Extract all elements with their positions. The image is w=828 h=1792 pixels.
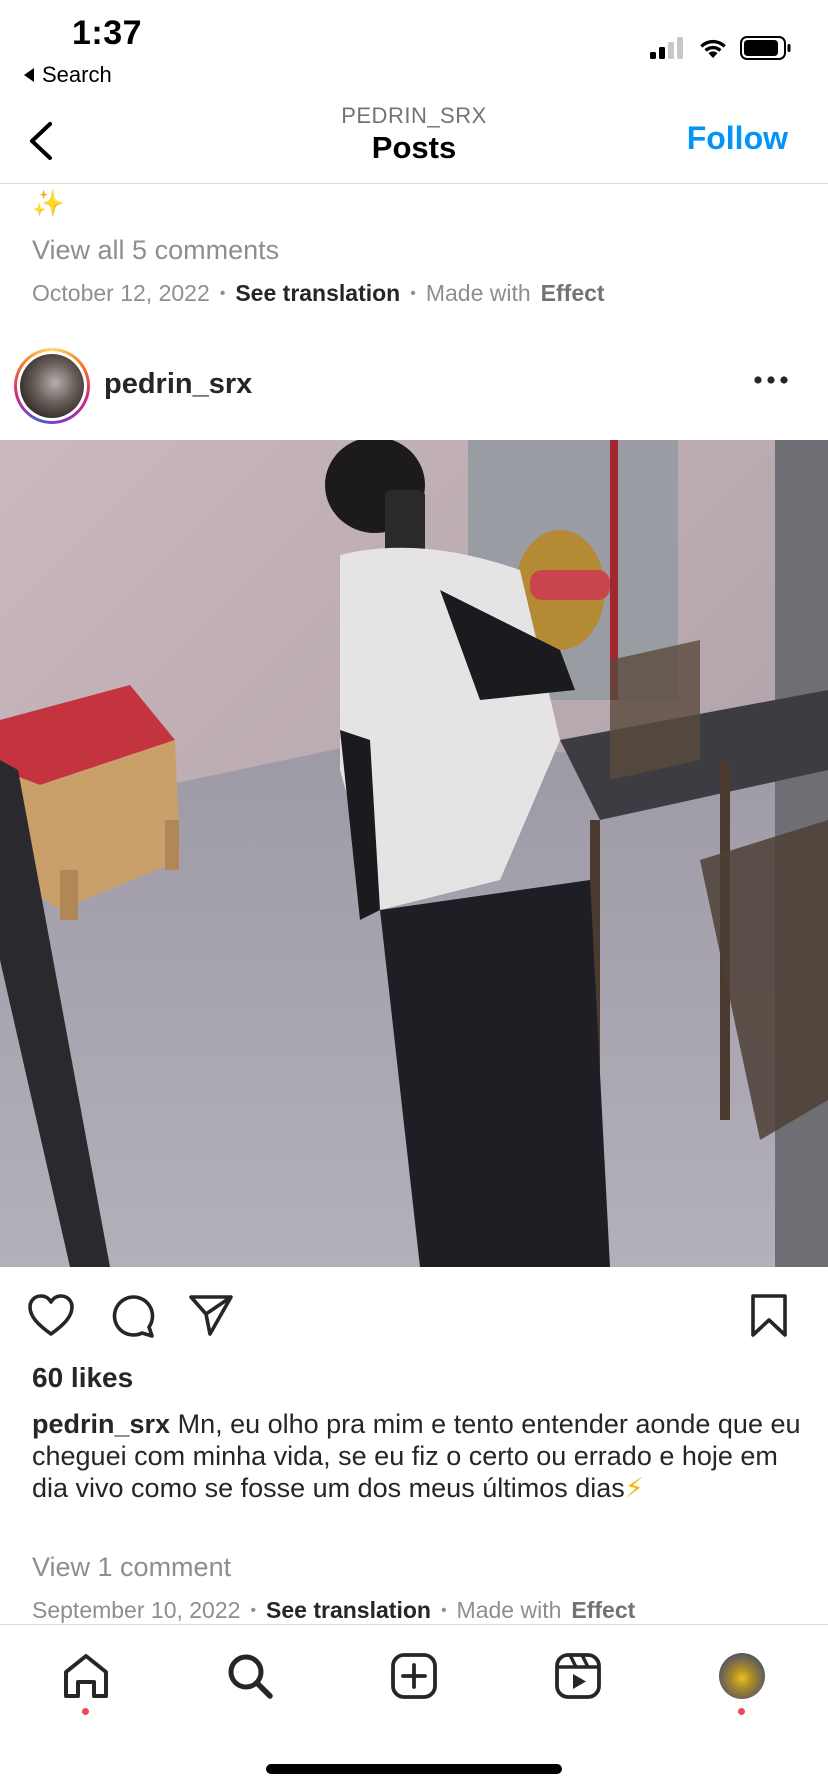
profile-avatar <box>719 1653 765 1699</box>
tab-reels[interactable] <box>548 1646 608 1706</box>
post-meta: September 10, 2022 • See translation • M… <box>32 1597 635 1624</box>
status-icons <box>650 36 792 60</box>
tab-create[interactable] <box>384 1646 444 1706</box>
post-username[interactable]: pedrin_srx <box>104 368 252 401</box>
view-comment-link[interactable]: View 1 comment <box>32 1552 231 1583</box>
tab-profile[interactable] <box>712 1646 772 1706</box>
status-time: 1:37 <box>72 14 143 52</box>
back-app-label: Search <box>42 62 112 87</box>
separator-dot: • <box>250 1601 257 1619</box>
story-avatar[interactable] <box>14 348 90 424</box>
more-options-button[interactable] <box>754 371 788 389</box>
heart-icon[interactable] <box>27 1293 75 1337</box>
tab-home[interactable] <box>56 1646 116 1706</box>
more-options-icon <box>754 376 788 384</box>
battery-icon <box>740 36 791 60</box>
share-icon[interactable] <box>188 1293 234 1337</box>
made-with-label: Made with <box>456 1597 562 1623</box>
back-triangle-icon <box>24 68 34 82</box>
post-date: September 10, 2022 <box>32 1597 241 1623</box>
follow-button[interactable]: Follow <box>687 120 788 157</box>
see-translation-link[interactable]: See translation <box>266 1597 431 1624</box>
view-all-comments-link[interactable]: View all 5 comments <box>32 235 279 266</box>
post-photo[interactable] <box>0 440 828 1267</box>
caption-username[interactable]: pedrin_srx <box>32 1409 170 1439</box>
caption-emoji: ⚡ <box>624 1473 644 1503</box>
reels-icon <box>555 1653 601 1699</box>
post-caption: pedrin_srx Mn, eu olho pra mim e tento e… <box>32 1408 802 1504</box>
separator-dot: • <box>410 284 416 302</box>
create-icon <box>391 1653 437 1699</box>
comment-icon[interactable] <box>109 1293 155 1339</box>
tab-bar-divider <box>0 1624 828 1625</box>
photo-illustration <box>0 440 828 1267</box>
header-divider <box>0 183 828 184</box>
effect-link[interactable]: Effect <box>571 1597 635 1624</box>
home-notification-dot <box>82 1708 89 1715</box>
post-date: October 12, 2022 <box>32 280 210 306</box>
home-icon <box>64 1654 108 1698</box>
profile-notification-dot <box>738 1708 745 1715</box>
see-translation-link[interactable]: See translation <box>235 280 400 307</box>
search-icon <box>228 1654 273 1699</box>
avatar <box>20 354 84 418</box>
effect-link[interactable]: Effect <box>541 280 605 307</box>
separator-dot: • <box>219 284 226 302</box>
bookmark-icon[interactable] <box>749 1293 789 1339</box>
sparkle-emoji: ✨ <box>32 188 65 218</box>
signal-icon <box>650 37 683 59</box>
likes-count[interactable]: 60 likes <box>32 1362 133 1394</box>
wifi-icon <box>700 39 726 58</box>
separator-dot: • <box>440 1601 447 1619</box>
back-to-app[interactable]: Search <box>24 62 112 88</box>
made-with-label: Made with <box>425 280 531 306</box>
tab-search[interactable] <box>220 1646 280 1706</box>
previous-post-meta: October 12, 2022 • See translation • Mad… <box>32 280 605 307</box>
home-indicator <box>266 1764 562 1774</box>
